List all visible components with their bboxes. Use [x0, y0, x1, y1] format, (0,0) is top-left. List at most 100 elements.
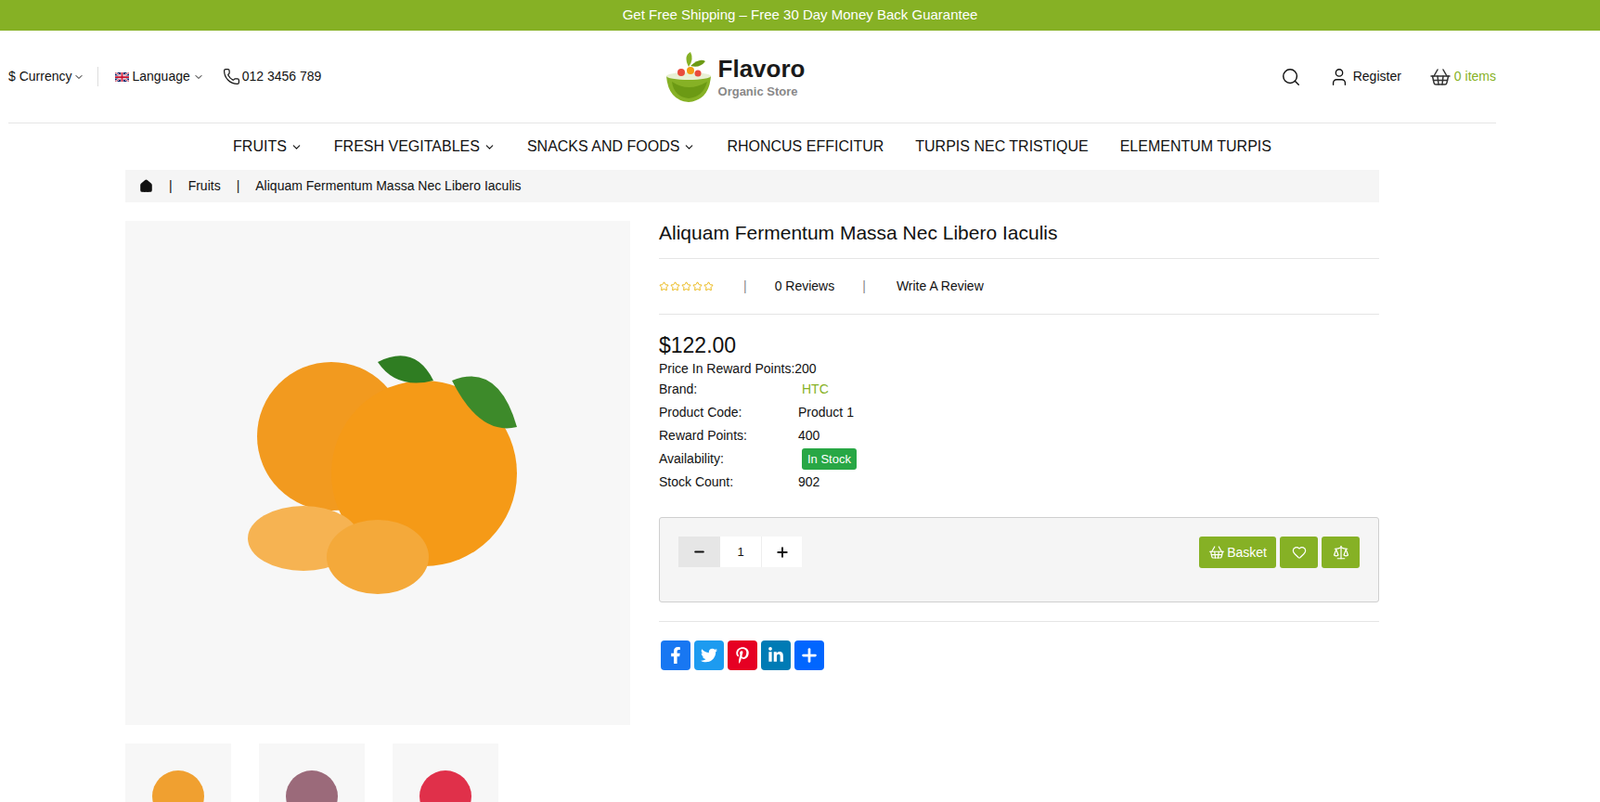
- nav-item[interactable]: RHONCUS EFFICITUR: [726, 135, 884, 158]
- logo-name: Flavoro: [718, 53, 806, 85]
- cart-actions: Basket: [1199, 536, 1360, 568]
- phone-link[interactable]: 012 3456 789: [222, 66, 323, 87]
- detail-label: Product Code:: [658, 402, 799, 423]
- plus-icon: [774, 544, 790, 560]
- rating-row: | 0 Reviews | Write A Review: [658, 258, 1380, 315]
- main-nav: FRUITS FRESH VEGITABLES SNACKS AND FOODS RH…: [8, 123, 1497, 170]
- increase-button[interactable]: [761, 536, 802, 568]
- share-button[interactable]: [727, 640, 758, 671]
- detail-label: Brand:: [658, 379, 799, 400]
- uk-flag-icon: [115, 72, 130, 82]
- breadcrumb-separator: |: [168, 176, 173, 196]
- home-icon: [139, 179, 154, 194]
- chevron-down-icon: [683, 141, 696, 154]
- compare-icon: [1332, 543, 1350, 561]
- detail-label: Stock Count:: [658, 472, 799, 492]
- search-button[interactable]: [1280, 66, 1302, 88]
- product-gallery: [125, 220, 631, 802]
- header-right: Register 0 items: [1013, 65, 1497, 89]
- star-icon: [681, 281, 692, 292]
- chevron-down-icon: [73, 71, 85, 83]
- write-review-link[interactable]: Write A Review: [896, 276, 984, 297]
- cart-box: Basket: [658, 516, 1380, 603]
- breadcrumb-item[interactable]: Fruits: [188, 176, 221, 196]
- breadcrumb-item[interactable]: Aliquam Fermentum Massa Nec Libero Iacul…: [255, 176, 521, 196]
- heart-icon: [1291, 544, 1307, 560]
- share-button[interactable]: [694, 640, 724, 671]
- nav-item[interactable]: TURPIS NEC TRISTIQUE: [915, 135, 1088, 158]
- thumbnail[interactable]: [258, 743, 365, 802]
- detail-value: 400: [798, 425, 820, 446]
- detail-row: Brand:HTC: [658, 377, 1380, 401]
- share-section: [658, 620, 1380, 671]
- share-button[interactable]: [660, 640, 691, 671]
- bowl-logo-icon: [662, 50, 715, 104]
- detail-row: Reward Points:400: [658, 424, 1380, 448]
- star-icon: [692, 281, 703, 292]
- chevron-down-icon: [290, 141, 303, 154]
- minus-icon: [692, 544, 707, 559]
- nav-item[interactable]: ELEMENTUM TURPIS: [1120, 135, 1272, 158]
- detail-label: Availability:: [658, 449, 799, 469]
- quantity-control: [678, 536, 802, 568]
- page: Get Free Shipping – Free 30 Day Money Ba…: [0, 0, 1600, 802]
- nav-item[interactable]: SNACKS AND FOODS: [527, 135, 696, 158]
- header-left: $ CurrencyLanguage012 3456 789: [8, 66, 491, 87]
- reviews-link[interactable]: 0 Reviews: [774, 276, 836, 297]
- user-icon: [1329, 66, 1350, 88]
- product-title: Aliquam Fermentum Massa Nec Libero Iacul…: [658, 220, 1380, 259]
- basket-icon: [1208, 543, 1226, 561]
- breadcrumb: | Fruits | Aliquam Fermentum Massa Nec Libe…: [125, 169, 1380, 203]
- basket-button[interactable]: Basket: [1199, 536, 1277, 568]
- share-button[interactable]: [794, 640, 825, 671]
- site-wrapper: $ CurrencyLanguage012 3456 789 FlavoroOrg…: [0, 30, 1505, 802]
- decrease-button[interactable]: [678, 536, 721, 568]
- product-image: [125, 220, 631, 725]
- product-info: Aliquam Fermentum Massa Nec Libero Iacul…: [658, 220, 1380, 802]
- header: $ CurrencyLanguage012 3456 789 FlavoroOrg…: [8, 30, 1497, 124]
- promo-bar: Get Free Shipping – Free 30 Day Money Ba…: [0, 0, 1600, 31]
- thumbnail[interactable]: [125, 743, 232, 802]
- chevron-down-icon: [483, 141, 496, 154]
- star-icon: [703, 281, 714, 292]
- brand-link[interactable]: HTC: [798, 379, 829, 400]
- quantity-input[interactable]: [720, 536, 762, 568]
- breadcrumb-home[interactable]: [139, 179, 154, 194]
- basket-icon: [1429, 65, 1452, 89]
- phone-icon: [222, 67, 241, 86]
- compare-button[interactable]: [1321, 536, 1360, 568]
- nav-item[interactable]: FRESH VEGITABLES: [334, 135, 496, 158]
- share-button[interactable]: [761, 640, 791, 671]
- rating-stars: [658, 281, 714, 292]
- currency-select[interactable]: $ Currency: [8, 66, 99, 87]
- detail-row: Availability:In Stock: [658, 447, 1380, 471]
- stock-badge: In Stock: [801, 448, 857, 471]
- star-icon: [658, 281, 670, 292]
- thumbnail-list: [125, 743, 631, 802]
- detail-row: Product Code:Product 1: [658, 400, 1380, 425]
- detail-row: Stock Count:902: [658, 470, 1380, 494]
- thumbnail[interactable]: [392, 743, 499, 802]
- cart-link[interactable]: 0 items: [1429, 65, 1497, 89]
- promo-text: Get Free Shipping – Free 30 Day Money Ba…: [622, 4, 979, 26]
- nav-item[interactable]: FRUITS: [232, 135, 303, 158]
- reward-price: Price In Reward Points:200: [658, 359, 1380, 378]
- star-icon: [670, 281, 681, 292]
- language-select[interactable]: Language: [98, 66, 222, 87]
- product-details: Brand:HTCProduct Code:Product 1Reward Po…: [658, 377, 1380, 494]
- register-link[interactable]: Register: [1329, 66, 1402, 88]
- breadcrumb-separator: |: [236, 176, 241, 196]
- main-content: | Fruits | Aliquam Fermentum Massa Nec Libe…: [125, 169, 1380, 802]
- detail-label: Reward Points:: [658, 425, 799, 446]
- product-section: Aliquam Fermentum Massa Nec Libero Iacul…: [125, 220, 1380, 802]
- chevron-down-icon: [193, 71, 205, 83]
- detail-value: 902: [798, 472, 820, 492]
- rating-separator: |: [862, 276, 866, 297]
- logo-tagline: Organic Store: [718, 84, 806, 100]
- detail-value: Product 1: [798, 402, 854, 423]
- logo[interactable]: FlavoroOrganic Store: [662, 50, 806, 104]
- rating-separator: |: [743, 276, 748, 297]
- wishlist-button[interactable]: [1279, 536, 1318, 568]
- price: $122.00: [658, 332, 1380, 360]
- search-icon: [1280, 66, 1302, 88]
